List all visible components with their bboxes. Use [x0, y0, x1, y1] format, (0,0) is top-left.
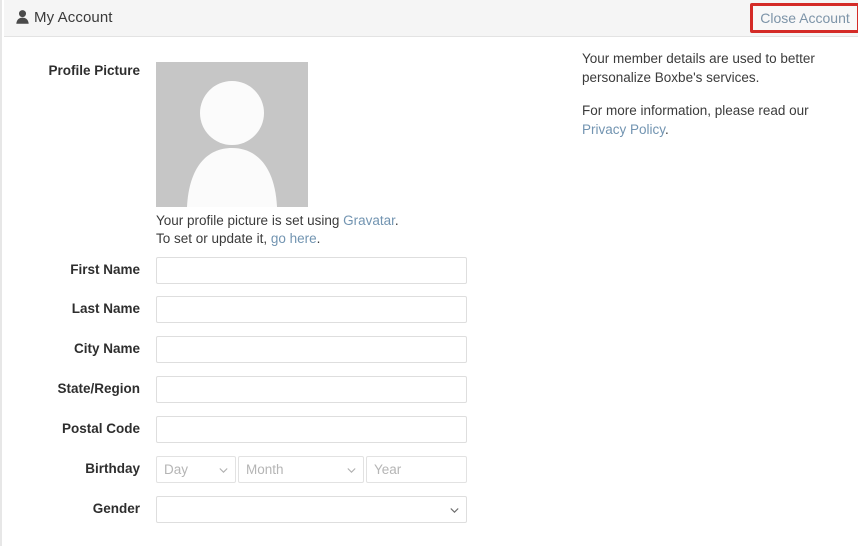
birthday-label: Birthday: [85, 461, 140, 476]
profile-picture-label: Profile Picture: [48, 63, 140, 78]
go-here-link[interactable]: go here: [271, 231, 317, 246]
profile-picture-row: Profile Picture Your profile picture is …: [2, 49, 522, 264]
avatar-caption-line2-prefix: To set or update it,: [156, 231, 271, 246]
first-name-label: First Name: [70, 262, 140, 277]
last-name-row: Last Name: [2, 296, 522, 323]
gravatar-link[interactable]: Gravatar: [343, 213, 395, 228]
birthday-month-select[interactable]: Month: [238, 456, 364, 483]
avatar-caption-line2-suffix: .: [316, 231, 321, 246]
gender-select[interactable]: [156, 496, 467, 523]
avatar: [156, 62, 308, 207]
info-paragraph-2-prefix: For more information, please read our: [582, 103, 809, 118]
avatar-caption-line1: Your profile picture is set using Gravat…: [156, 212, 496, 230]
last-name-input[interactable]: [156, 296, 467, 323]
gender-label: Gender: [92, 501, 140, 516]
city-name-input[interactable]: [156, 336, 467, 363]
close-account-annotation: Close Account: [750, 3, 858, 33]
user-icon: [16, 10, 29, 24]
avatar-caption: Your profile picture is set using Gravat…: [156, 212, 496, 248]
privacy-policy-link[interactable]: Privacy Policy: [582, 122, 665, 137]
last-name-label: Last Name: [71, 301, 140, 316]
page-title: My Account: [16, 9, 113, 26]
first-name-input[interactable]: [156, 257, 467, 284]
info-paragraph-2: For more information, please read our Pr…: [582, 101, 832, 139]
birthday-day-select[interactable]: Day: [156, 456, 236, 483]
birthday-year-input[interactable]: [366, 456, 467, 483]
member-details-info: Your member details are used to better p…: [582, 49, 832, 153]
postal-code-row: Postal Code: [2, 416, 522, 443]
postal-code-input[interactable]: [156, 416, 467, 443]
state-region-input[interactable]: [156, 376, 467, 403]
city-name-row: City Name: [2, 336, 522, 363]
state-region-row: State/Region: [2, 376, 522, 403]
page-title-text: My Account: [34, 9, 113, 26]
birthday-row: Birthday Day Month: [2, 456, 522, 483]
info-paragraph-2-suffix: .: [665, 122, 669, 137]
account-page: My Account Close Account Profile Picture…: [0, 0, 858, 546]
city-name-label: City Name: [73, 341, 140, 356]
postal-code-label: Postal Code: [61, 421, 140, 436]
close-account-link[interactable]: Close Account: [753, 6, 857, 30]
first-name-row: First Name: [2, 257, 522, 284]
state-region-label: State/Region: [57, 381, 140, 396]
account-form: Profile Picture Your profile picture is …: [2, 37, 522, 546]
avatar-caption-line1-prefix: Your profile picture is set using: [156, 213, 344, 228]
page-header: My Account Close Account: [4, 0, 858, 37]
info-paragraph-1: Your member details are used to better p…: [582, 51, 815, 85]
avatar-caption-line1-suffix: .: [394, 213, 399, 228]
person-silhouette-icon: [187, 81, 277, 207]
gender-row: Gender: [2, 496, 522, 523]
avatar-caption-line2: To set or update it, go here.: [156, 230, 496, 248]
